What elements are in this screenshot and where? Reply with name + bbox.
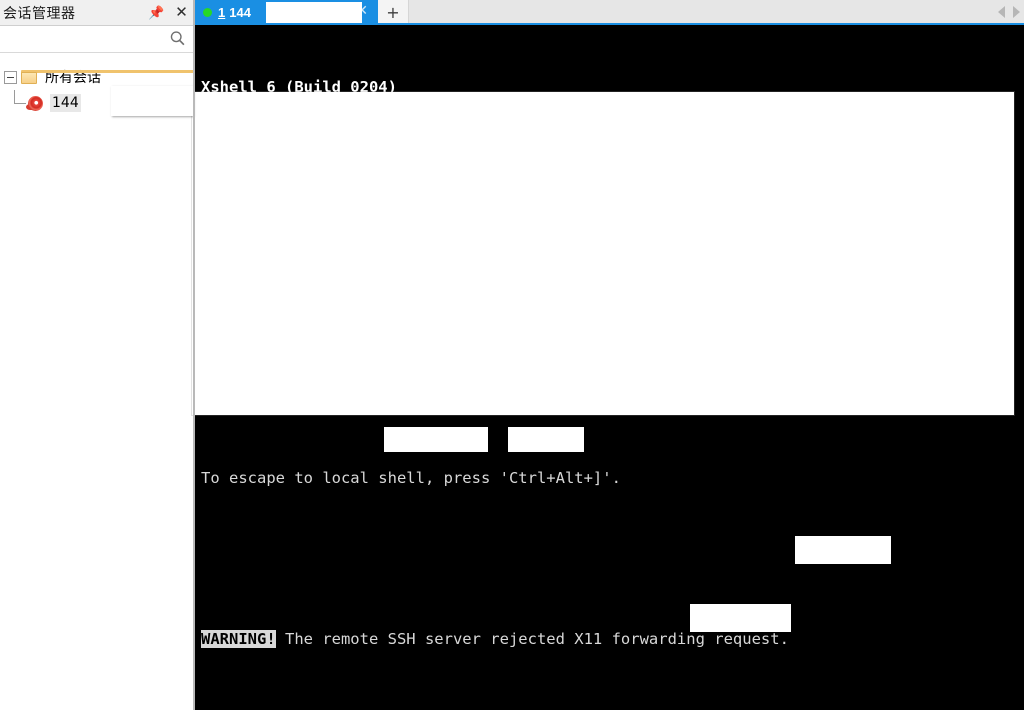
session-manager-title-actions: 📌 ✕ <box>148 0 189 25</box>
tab-scroll-controls <box>998 0 1020 24</box>
session-manager-title: 会话管理器 <box>3 5 76 22</box>
warning-badge: WARNING! <box>201 630 276 648</box>
status-dot-icon <box>203 7 212 17</box>
search-icon[interactable] <box>169 30 186 47</box>
redaction-tab-title <box>266 2 362 23</box>
pin-icon[interactable]: 📌 <box>148 5 164 20</box>
terminal-line: To escape to local shell, press 'Ctrl+Al… <box>201 469 621 487</box>
collapse-minus-icon[interactable] <box>4 70 17 84</box>
session-manager-titlebar: 会话管理器 📌 ✕ <box>0 0 193 26</box>
session-manager-panel: 会话管理器 📌 ✕ 所有会话 144 <box>0 0 204 710</box>
xshell-window: 会话管理器 📌 ✕ 所有会话 144 1 144 ✕ + Xshell 6 (B… <box>0 0 1024 710</box>
tab-title: 144 <box>229 4 251 20</box>
session-xshell-icon <box>26 95 46 112</box>
tab-index: 1 <box>218 4 226 20</box>
chevron-right-icon[interactable] <box>1013 6 1020 18</box>
panel-divider[interactable] <box>193 0 195 710</box>
session-search-bar[interactable] <box>0 26 193 53</box>
tab-bar-filler <box>409 0 1024 24</box>
chevron-left-icon[interactable] <box>998 6 1005 18</box>
redaction-connect-host <box>384 427 488 452</box>
redaction-terminal-output <box>192 92 1014 415</box>
redaction-connect-port <box>508 427 584 452</box>
folder-icon <box>21 70 204 84</box>
tree-connector <box>0 90 26 116</box>
plus-icon: + <box>386 2 400 22</box>
close-icon[interactable]: ✕ <box>174 5 189 20</box>
tree-node-label: 144 <box>50 94 81 112</box>
terminal-line-warning: WARNING! The remote SSH server rejected … <box>201 628 1024 651</box>
new-tab-button[interactable]: + <box>378 0 409 24</box>
search-input[interactable] <box>5 31 169 47</box>
redaction-session-name <box>111 86 193 116</box>
redaction-failed-login-host <box>795 536 891 564</box>
redaction-last-login-host <box>690 604 791 632</box>
terminal-text: The remote SSH server rejected X11 forwa… <box>275 630 789 648</box>
